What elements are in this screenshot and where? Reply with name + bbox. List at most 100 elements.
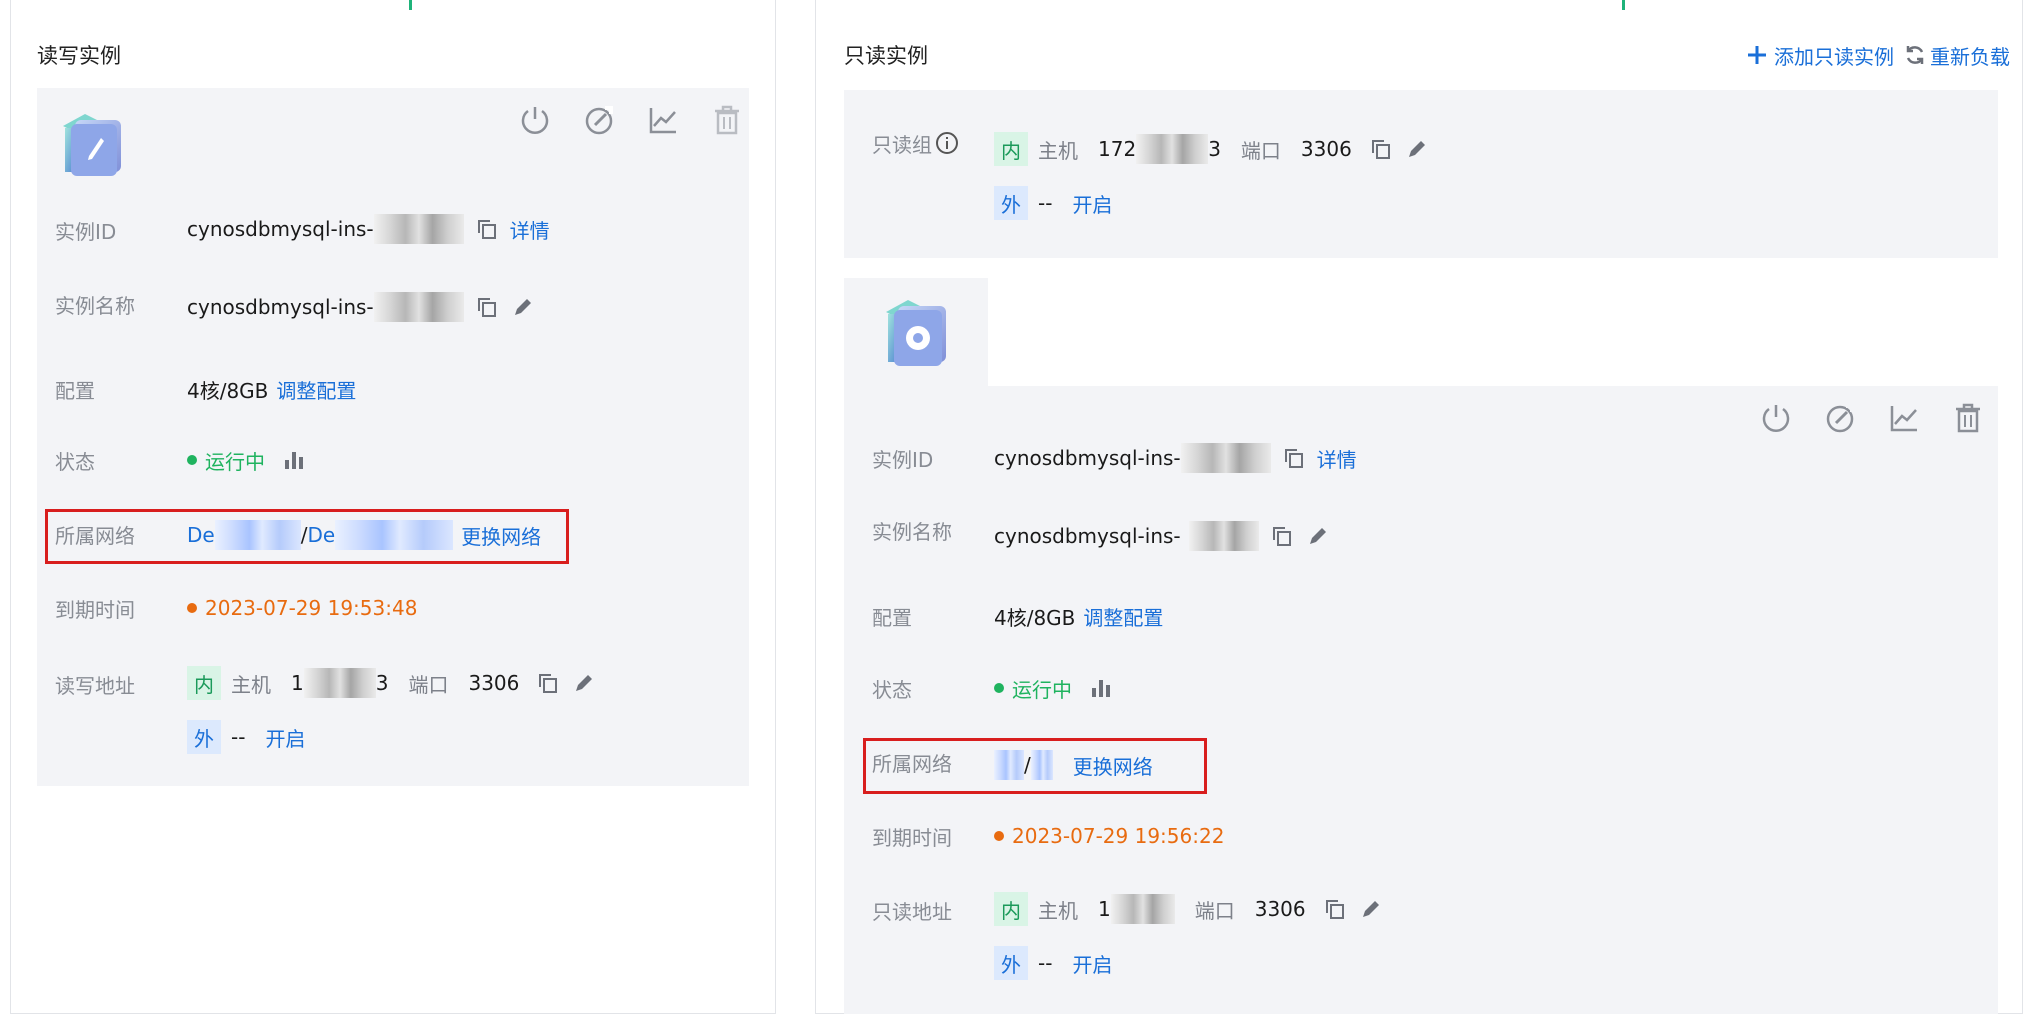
refresh-icon[interactable] [1902,42,1928,68]
outer-value: -- [231,725,246,749]
masked-host [1110,894,1175,924]
expire-dot [187,603,197,613]
group-outer-row: 外 -- 开启 [994,186,1112,220]
instance-name-label: 实例名称 [872,520,952,544]
detail-link[interactable]: 详情 [1317,444,1357,473]
group-enable-public-link[interactable]: 开启 [1072,189,1112,218]
config-value: 4核/8GB [994,605,1076,630]
enable-public-link[interactable]: 开启 [265,723,305,752]
copy-icon[interactable] [1322,896,1348,922]
trash-icon[interactable] [1950,400,1986,436]
chart-line-icon[interactable] [1886,400,1922,436]
detail-link[interactable]: 详情 [510,215,550,244]
outer-value: -- [1038,951,1053,975]
config-row: 4核/8GB 调整配置 [994,599,1163,633]
status-row: 运行中 [994,671,1114,705]
copy-icon[interactable] [1281,445,1307,471]
green-marker [409,0,412,10]
instance-name-label: 实例名称 [55,294,135,318]
readonly-panel: 只读实例 添加只读实例 重新负载 只读组 内 主机 172 3 端口 3306 … [815,0,2023,1014]
readonly-instance-tab[interactable] [844,278,988,388]
outer-address-row: 外 -- 开启 [187,720,305,754]
instance-name-value: cynosdbmysql-ins- [187,295,374,319]
instance-name-row: cynosdbmysql-ins- [187,290,536,324]
readwrite-instance-card: 实例ID cynosdbmysql-ins- 详情 实例名称 cynosdbmy… [37,88,749,786]
masked-instance-id [373,214,464,244]
config-value: 4核/8GB [187,378,269,403]
outer-tag: 外 [994,946,1028,980]
inner-tag: 内 [994,892,1028,926]
adjust-config-link[interactable]: 调整配置 [276,375,356,404]
info-icon[interactable] [934,130,960,156]
address-label: 只读地址 [872,900,952,924]
instance-id-label: 实例ID [872,448,934,472]
group-outer-tag: 外 [994,186,1028,220]
edit-icon[interactable] [1305,523,1331,549]
status-dot [187,455,197,465]
instance-id-row: cynosdbmysql-ins- 详情 [187,212,550,246]
port-label: 端口 [408,672,449,697]
status-value: 运行中 [1012,677,1072,702]
config-row: 4核/8GB 调整配置 [187,372,356,406]
readonly-instance-card: 实例ID cynosdbmysql-ins- 详情 实例名称 cynosdbmy… [844,386,1998,1014]
add-readonly-button[interactable]: 添加只读实例 [1774,41,1894,70]
address-label: 读写地址 [55,674,135,698]
reload-button[interactable]: 重新负载 [1930,41,2010,70]
edit-icon[interactable] [1404,136,1430,162]
group-port-label: 端口 [1240,138,1281,163]
status-row: 运行中 [187,443,307,477]
expire-label: 到期时间 [55,598,135,622]
readonly-group-card: 只读组 内 主机 172 3 端口 3306 外 -- 开启 [844,90,1998,258]
bar-chart-icon[interactable] [1088,675,1114,701]
masked-instance-name [373,292,464,322]
group-port-value: 3306 [1300,137,1352,161]
instance-id-value: cynosdbmysql-ins- [187,217,374,241]
expire-row: 2023-07-29 19:56:22 [994,819,1224,853]
copy-icon[interactable] [1269,523,1295,549]
group-host-value-end: 3 [1208,137,1221,161]
host-label: 主机 [231,672,271,697]
trash-icon[interactable] [709,102,745,138]
masked-host [303,668,376,698]
edit-icon[interactable] [1358,896,1384,922]
expire-value: 2023-07-29 19:56:22 [1012,824,1225,848]
masked-instance-name [1188,521,1259,551]
host-label: 主机 [1038,898,1078,923]
copy-icon[interactable] [535,670,561,696]
adjust-config-link[interactable]: 调整配置 [1083,602,1163,631]
gauge-icon[interactable] [1822,400,1858,436]
gauge-icon[interactable] [581,102,617,138]
expire-label: 到期时间 [872,826,952,850]
status-value: 运行中 [205,449,265,474]
power-icon[interactable] [1758,400,1794,436]
readwrite-title: 读写实例 [37,44,121,68]
port-value: 3306 [468,671,520,695]
instance-id-row: cynosdbmysql-ins- 详情 [994,441,1357,475]
network-highlight [863,738,1207,794]
status-dot [994,683,1004,693]
plus-icon[interactable] [1744,42,1770,68]
copy-icon[interactable] [1368,136,1394,162]
masked-instance-id [1180,443,1271,473]
expire-value: 2023-07-29 19:53:48 [205,596,418,620]
edit-icon[interactable] [510,294,536,320]
group-label-row: 只读组 [872,126,960,160]
host-value-start: 1 [1098,897,1111,921]
group-host-label: 主机 [1038,138,1078,163]
copy-icon[interactable] [474,294,500,320]
port-value: 3306 [1254,897,1306,921]
chart-line-icon[interactable] [645,102,681,138]
instance-id-label: 实例ID [55,220,117,244]
bar-chart-icon[interactable] [281,447,307,473]
power-icon[interactable] [517,102,553,138]
readonly-actions: 添加只读实例 重新负载 [1744,38,2010,72]
status-label: 状态 [872,678,912,702]
enable-public-link[interactable]: 开启 [1072,949,1112,978]
outer-tag: 外 [187,720,221,754]
edit-icon[interactable] [571,670,597,696]
inner-address-row: 内 主机 1 端口 3306 [994,892,1384,926]
copy-icon[interactable] [474,216,500,242]
readwrite-panel: 读写实例 实例ID cynosdbmysql-ins- 详情 实例名称 cyno… [10,0,776,1014]
inner-tag: 内 [187,666,221,700]
config-label: 配置 [872,606,912,630]
